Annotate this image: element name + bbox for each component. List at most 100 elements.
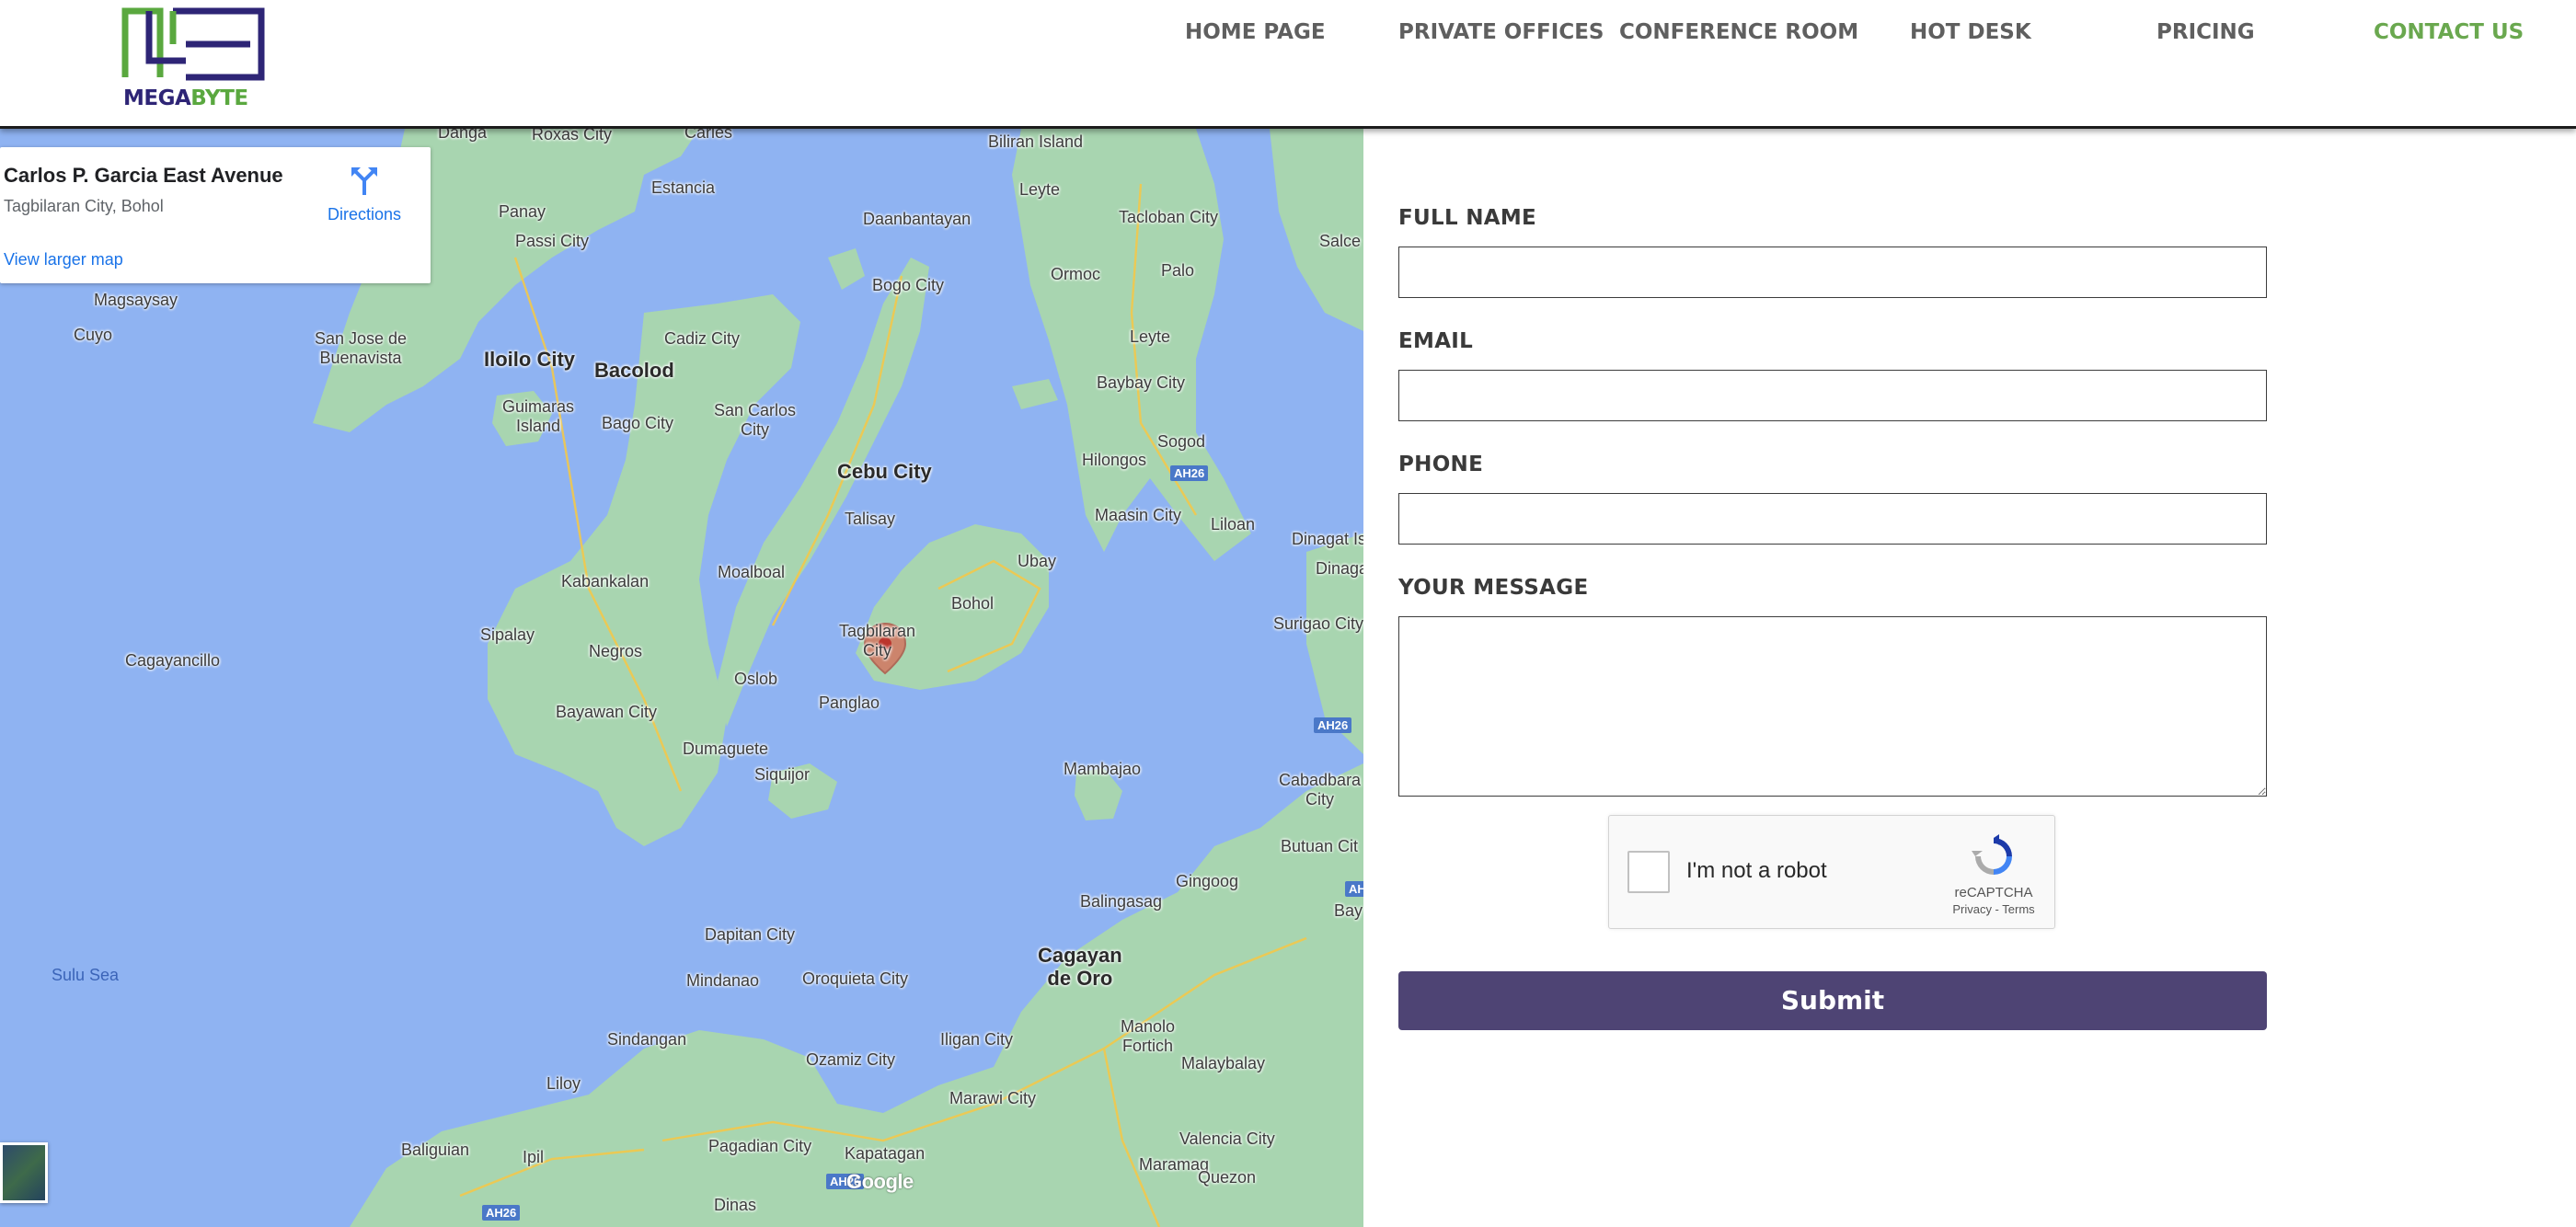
map-label: Moalboal	[718, 563, 786, 581]
map-label: Sindangan	[607, 1030, 687, 1049]
place-subtitle: Tagbilaran City, Bohol	[4, 197, 164, 215]
map-label: Bago City	[602, 414, 674, 432]
google-logo: Google	[846, 1170, 914, 1193]
nav-conference-room[interactable]: CONFERENCE ROOM	[1619, 20, 1858, 44]
highway-shield: AH26	[1314, 717, 1352, 733]
map-place-card: Carlos P. Garcia East Avenue Tagbilaran …	[0, 147, 431, 283]
map-label: Bogo City	[872, 276, 945, 294]
email-label: EMAIL	[1398, 329, 1474, 353]
recaptcha-terms-link[interactable]: Privacy - Terms	[1948, 902, 2040, 916]
logo-mark-icon	[121, 7, 265, 81]
map-label: Marawi City	[949, 1089, 1037, 1107]
highway-shield: AH26	[1345, 881, 1363, 897]
map-label: Ipil	[523, 1148, 545, 1166]
message-label: YOUR MESSAGE	[1398, 576, 1589, 600]
map-label: Mambajao	[1064, 760, 1142, 778]
map-label: Negros	[589, 642, 643, 660]
map-label: Gingoog	[1176, 872, 1239, 890]
map-label: Guimaras Island	[502, 397, 575, 435]
message-textarea[interactable]	[1398, 616, 2267, 797]
map-label: Quezon	[1198, 1168, 1257, 1187]
map-label: Cuyo	[74, 326, 113, 344]
map-label: Daanbantayan	[863, 210, 972, 228]
map-label: Manolo Fortich	[1121, 1017, 1176, 1055]
map-label: Dinas	[714, 1196, 757, 1214]
map-canvas[interactable]	[0, 129, 1363, 1227]
nav-hot-desk[interactable]: HOT DESK	[1910, 20, 2031, 44]
recaptcha-widget: I'm not a robot reCAPTCHA Privacy - Term…	[1608, 815, 2055, 929]
place-name: Carlos P. Garcia East Avenue	[4, 164, 283, 187]
map-label: Salce	[1319, 232, 1362, 250]
map-label: Oslob	[734, 670, 778, 688]
map-label: Kapatagan	[845, 1144, 926, 1163]
map-label: Estancia	[651, 178, 716, 197]
map-label: Dapitan City	[705, 925, 796, 944]
map-label: Mindanao	[686, 971, 760, 990]
megabyte-logo[interactable]: MEGABYTE	[120, 6, 270, 110]
map-label: Maasin City	[1095, 506, 1182, 524]
embedded-map[interactable]: Danga Roxas City Carles Biliran Island P…	[0, 129, 1363, 1227]
map-label: Danga	[438, 129, 488, 142]
map-label: Carles	[684, 129, 733, 142]
map-label: Leyte	[1130, 327, 1171, 346]
map-label: Cabadbara City	[1279, 771, 1362, 808]
map-label: Sogod	[1157, 432, 1206, 451]
map-label: Surigao City	[1273, 614, 1363, 633]
view-larger-map-link[interactable]: View larger map	[4, 250, 123, 269]
highway-shield: AH26	[482, 1205, 521, 1221]
map-label: Iloilo City	[484, 348, 575, 371]
submit-button[interactable]: Submit	[1398, 971, 2267, 1030]
directions-button[interactable]: Directions	[318, 164, 410, 224]
map-label: Liloy	[546, 1074, 581, 1093]
recaptcha-brand: reCAPTCHA	[1954, 885, 2033, 900]
map-label: Dumaguete	[683, 740, 769, 758]
map-label: Cagayan de Oro	[1038, 944, 1122, 991]
map-label: Liloan	[1211, 515, 1256, 533]
phone-input[interactable]	[1398, 493, 2267, 545]
map-label: Roxas City	[532, 129, 613, 143]
map-label: Tacloban City	[1119, 208, 1219, 226]
map-label: Sipalay	[480, 625, 535, 644]
map-label: Talisay	[845, 510, 896, 528]
map-label: Kabankalan	[561, 572, 650, 591]
full-name-input[interactable]	[1398, 247, 2267, 298]
map-label: Iligan City	[940, 1030, 1014, 1049]
map-label: San Jose de Buenavista	[315, 329, 408, 367]
directions-icon	[351, 167, 377, 195]
map-label: Bayawan City	[556, 703, 658, 721]
nav-pricing[interactable]: PRICING	[2156, 20, 2255, 44]
map-label: Panglao	[819, 694, 880, 712]
map-label: Magsaysay	[94, 291, 178, 309]
phone-label: PHONE	[1398, 453, 1484, 476]
highway-shield: AH26	[1170, 465, 1209, 481]
map-label: Passi City	[515, 232, 590, 250]
logo-word-byte: BYTE	[190, 86, 248, 110]
nav-home-page[interactable]: HOME PAGE	[1185, 20, 1326, 44]
map-label: Ozamiz City	[806, 1050, 896, 1069]
recaptcha-checkbox[interactable]	[1627, 851, 1670, 893]
map-label: Sulu Sea	[52, 966, 120, 984]
nav-private-offices[interactable]: PRIVATE OFFICES	[1398, 20, 1604, 44]
map-label: Cagayancillo	[125, 651, 221, 670]
map-label: Palo	[1161, 261, 1195, 280]
map-label: Cadiz City	[664, 329, 741, 348]
logo-word-mega: MEGA	[123, 86, 191, 110]
map-label: Bay	[1334, 901, 1363, 920]
map-label: Baybay City	[1097, 373, 1186, 392]
map-label: Cebu City	[837, 460, 932, 483]
map-label: Leyte	[1019, 180, 1061, 199]
map-label: Hilongos	[1082, 451, 1147, 469]
map-label: Valencia City	[1179, 1130, 1275, 1148]
directions-label: Directions	[327, 205, 402, 224]
map-label: Malaybalay	[1181, 1054, 1266, 1072]
map-label: Baliguian	[401, 1141, 470, 1159]
recaptcha-logo: reCAPTCHA Privacy - Terms	[1948, 832, 2040, 916]
map-label: Ubay	[1018, 552, 1057, 570]
logo-wordmark: MEGABYTE	[123, 86, 270, 110]
satellite-toggle[interactable]	[0, 1142, 48, 1203]
full-name-label: FULL NAME	[1398, 206, 1537, 230]
email-input[interactable]	[1398, 370, 2267, 421]
nav-contact-us[interactable]: CONTACT US	[2374, 20, 2524, 44]
site-header: MEGABYTE HOME PAGE PRIVATE OFFICES CONFE…	[0, 0, 2576, 129]
map-label: San Carlos City	[714, 401, 797, 439]
